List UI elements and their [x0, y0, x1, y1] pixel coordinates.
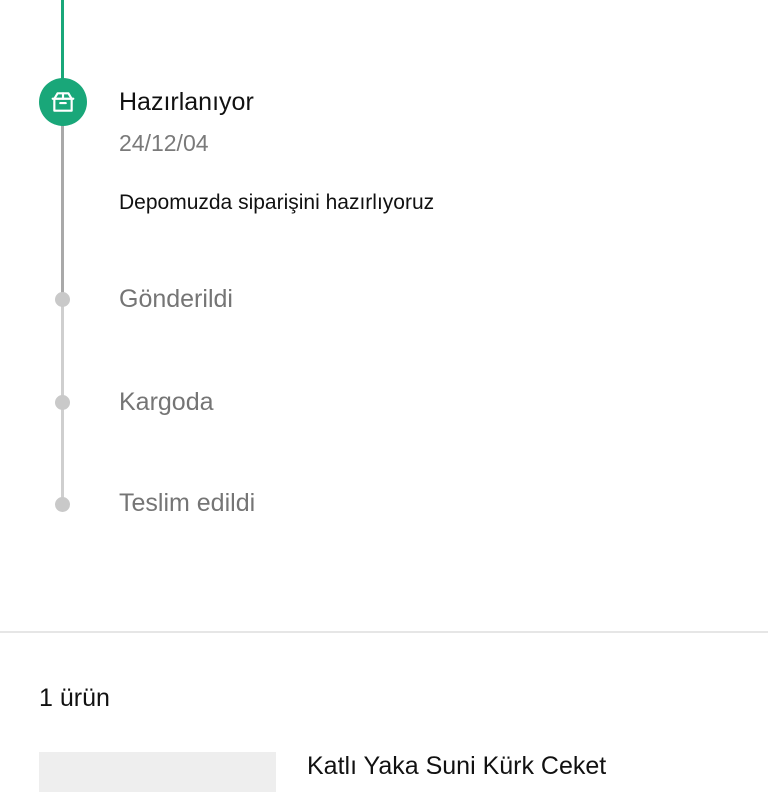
step-pending-marker: [55, 497, 70, 512]
step-pending-marker: [55, 292, 70, 307]
step-title-in-transit: Kargoda: [119, 388, 214, 416]
step-title-delivered: Teslim edildi: [119, 489, 256, 517]
section-divider: [0, 631, 768, 633]
timeline-completed-line: [61, 0, 64, 82]
product-image[interactable]: [39, 752, 276, 792]
timeline-current-line: [61, 122, 64, 300]
step-active-marker: [39, 78, 87, 126]
product-name[interactable]: Katlı Yaka Suni Kürk Ceket: [307, 752, 606, 781]
items-count: 1 ürün: [39, 684, 110, 712]
step-description: Depomuzda siparişini hazırlıyoruz: [119, 191, 435, 214]
step-title-preparing: Hazırlanıyor: [119, 88, 254, 116]
box-icon: [51, 92, 75, 112]
step-date: 24/12/04: [119, 130, 209, 156]
step-title-shipped: Gönderildi: [119, 285, 233, 313]
order-status-timeline: Hazırlanıyor 24/12/04 Depomuzda siparişi…: [0, 0, 768, 632]
step-pending-marker: [55, 395, 70, 410]
